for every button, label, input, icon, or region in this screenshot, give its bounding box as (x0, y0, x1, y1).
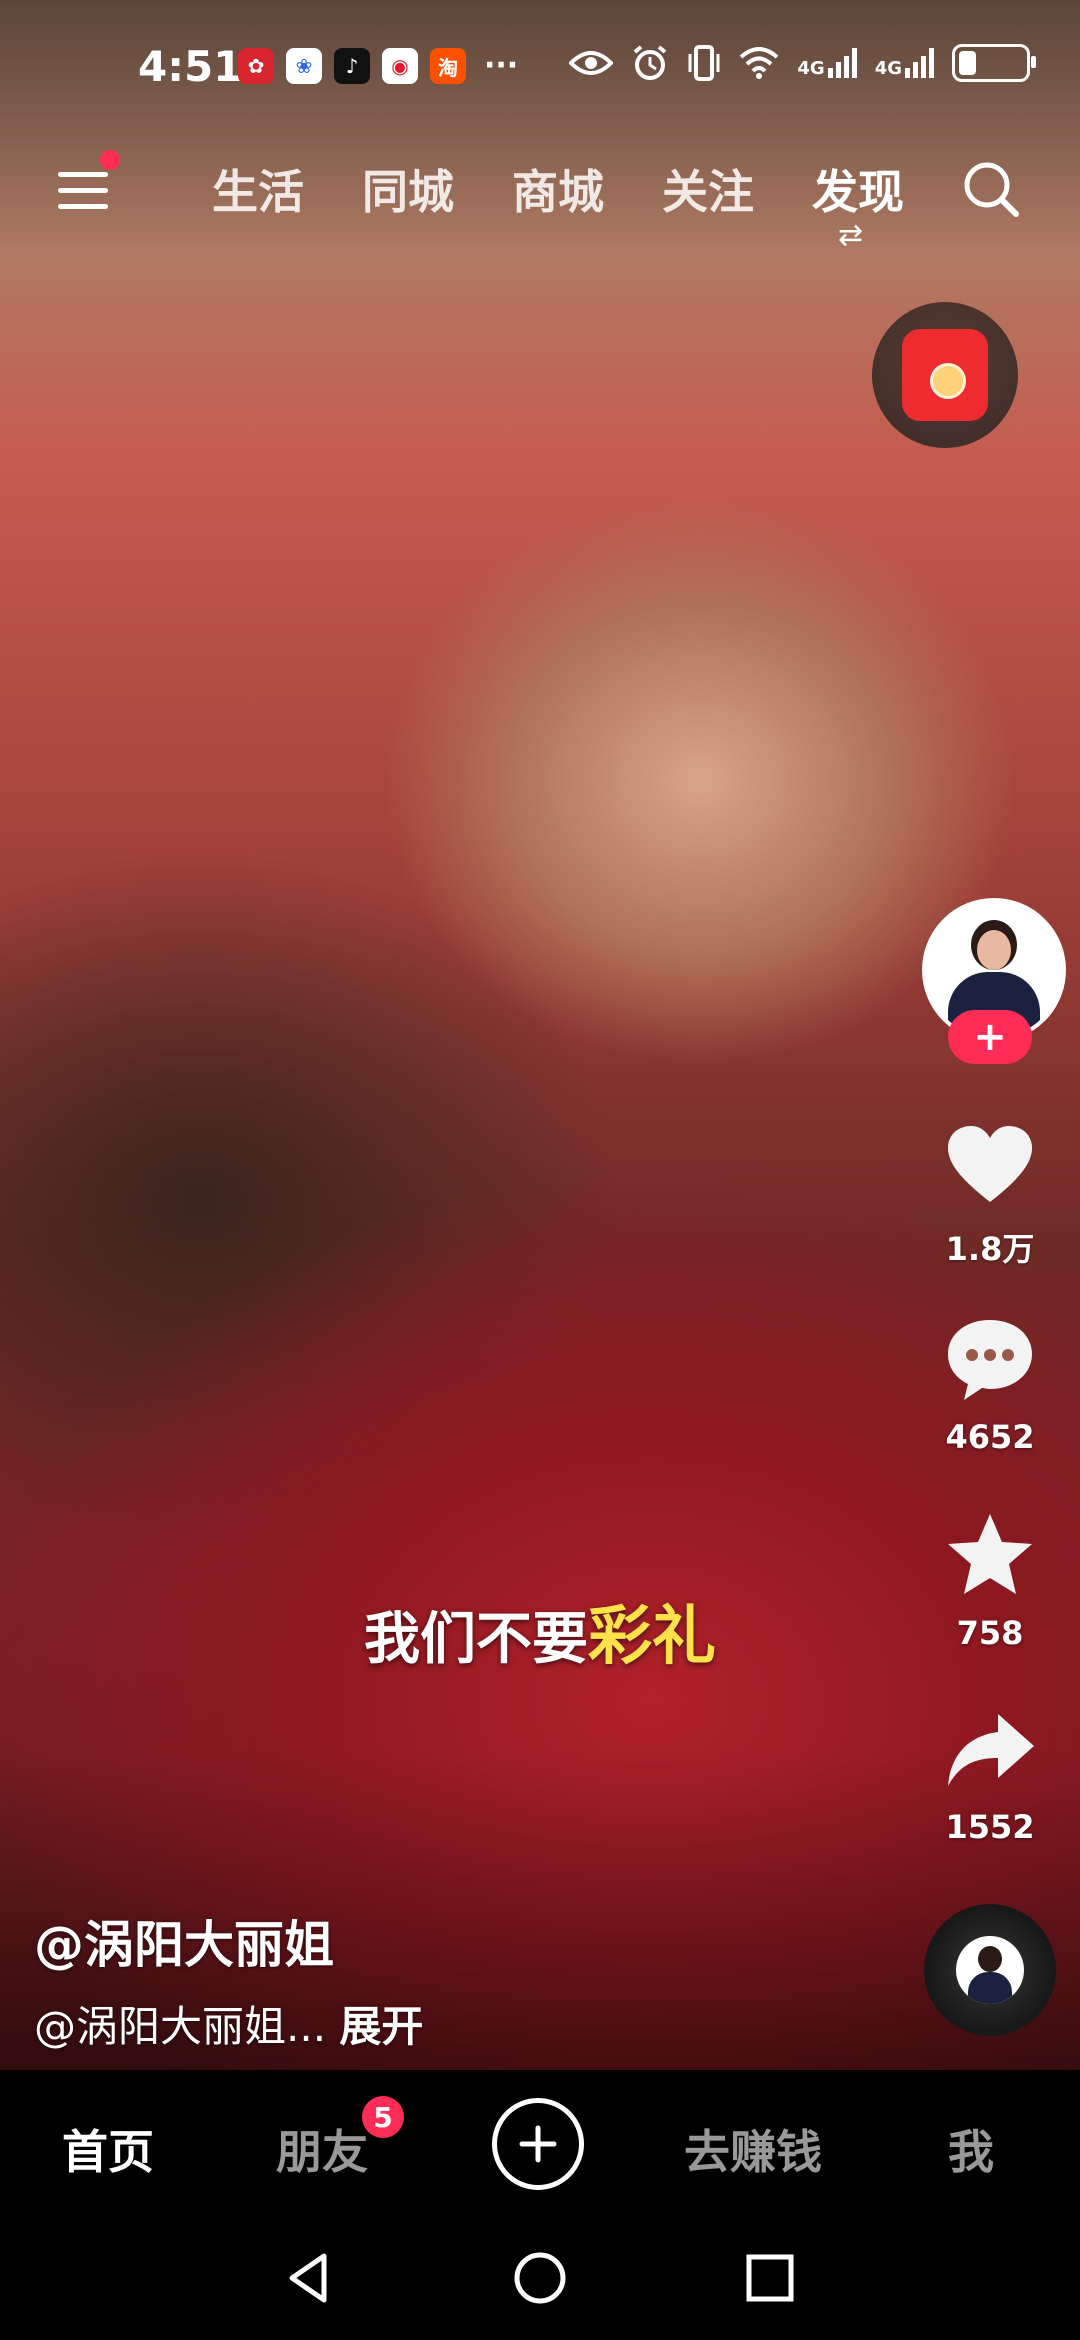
tab-following[interactable]: 关注 (662, 156, 754, 222)
battery-level (959, 51, 976, 75)
comment-count: 4652 (945, 1418, 1035, 1456)
back-icon[interactable] (280, 2248, 340, 2308)
baidu-app-icon: ❀ (286, 48, 322, 84)
music-cover-avatar (956, 1936, 1024, 2004)
plus-icon: + (973, 1014, 1007, 1060)
vibrate-icon (688, 45, 720, 81)
tab-earn[interactable]: 去赚钱 (684, 2116, 822, 2182)
author-name[interactable]: @涡阳大丽姐 (34, 1905, 334, 1977)
description-text: @涡阳大丽姐... (34, 2002, 327, 2051)
share-button[interactable]: 1552 (930, 1702, 1050, 1846)
weibo-app-icon: ◉ (382, 48, 418, 84)
tab-local[interactable]: 同城 (362, 156, 454, 222)
tab-me[interactable]: 我 (948, 2116, 994, 2182)
battery-icon (952, 44, 1036, 82)
music-disc[interactable] (924, 1904, 1056, 2036)
bottom-tab-bar: 首页 朋友 5 去赚钱 我 (0, 2070, 1080, 2220)
menu-icon (58, 172, 108, 177)
status-bar: 4:51 ✿ ❀ ♪ ◉ 淘 ··· 4G 4G (0, 0, 1080, 140)
menu-notification-dot (100, 150, 120, 170)
search-icon[interactable] (960, 158, 1022, 220)
expand-link[interactable]: 展开 (339, 2002, 423, 2051)
video-description: @涡阳大丽姐... 展开 (34, 1993, 423, 2054)
top-nav: 生活 同城 商城 关注 发现 ⇄ (0, 150, 1080, 253)
video-subtitle: 我们不要彩礼 (0, 1585, 1080, 1677)
subtitle-text: 我们不要 (364, 1607, 588, 1672)
like-count: 1.8万 (945, 1230, 1035, 1268)
system-status: 4G 4G (569, 44, 1036, 82)
follow-button[interactable]: + (948, 1010, 1032, 1064)
tab-mall[interactable]: 商城 (512, 156, 604, 222)
create-button[interactable] (492, 2098, 584, 2190)
notification-icons: ✿ ❀ ♪ ◉ 淘 ··· (238, 48, 518, 84)
plus-icon (519, 2125, 557, 2163)
tab-home[interactable]: 首页 (62, 2116, 154, 2182)
alarm-icon (634, 45, 667, 80)
status-time: 4:51 (138, 42, 243, 91)
share-icon (948, 1714, 1034, 1786)
tab-discover[interactable]: 发现 (812, 156, 904, 222)
menu-button[interactable] (58, 164, 116, 216)
signal-2-icon: 4G (875, 48, 934, 78)
recents-icon[interactable] (740, 2248, 800, 2308)
comment-button[interactable]: 4652 (930, 1312, 1050, 1456)
eye-comfort-icon (569, 51, 614, 75)
wifi-icon (740, 47, 779, 79)
tiktok-app-icon: ♪ (334, 48, 370, 84)
red-envelope-icon (902, 329, 988, 421)
comment-icon (948, 1320, 1032, 1400)
swap-icon: ⇄ (838, 218, 864, 253)
huawei-app-icon: ✿ (238, 48, 274, 84)
heart-icon (948, 1126, 1032, 1202)
signal-1-icon: 4G (797, 48, 857, 78)
red-packet-button[interactable] (872, 302, 1018, 448)
more-notifications-icon: ··· (484, 48, 519, 83)
share-count: 1552 (945, 1808, 1035, 1846)
friends-badge: 5 (362, 2096, 404, 2138)
tab-life[interactable]: 生活 (212, 156, 304, 222)
home-icon[interactable] (510, 2248, 570, 2308)
taobao-app-icon: 淘 (430, 48, 466, 84)
like-button[interactable]: 1.8万 (930, 1118, 1050, 1270)
subtitle-highlight: 彩礼 (588, 1600, 716, 1674)
tab-friends[interactable]: 朋友 (276, 2116, 368, 2182)
system-navigation-bar (0, 2220, 1080, 2340)
